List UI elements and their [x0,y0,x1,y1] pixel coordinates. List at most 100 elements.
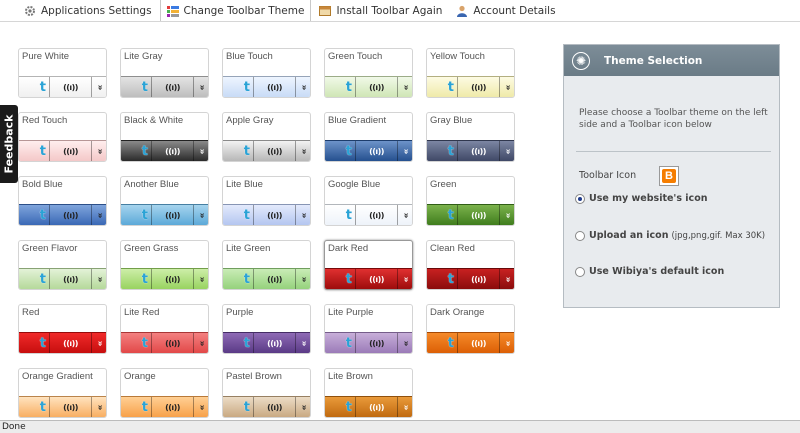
twitter-glyph: t [243,399,250,415]
theme-card[interactable]: Purple t ((ı)) » [222,304,311,354]
broadcast-icon: ((ı)) [253,205,295,225]
twitter-icon: t [223,333,253,353]
feedback-tab[interactable]: Feedback [0,105,18,183]
blogger-icon: B [662,169,676,183]
chevron-down-icon: » [91,333,106,353]
twitter-icon: t [223,77,253,97]
twitter-icon: t [121,397,151,417]
theme-card[interactable]: Pure White t ((ı)) » [18,48,107,98]
theme-name: Green Touch [328,51,383,62]
theme-name: Bold Blue [22,179,63,190]
broadcast-glyph: ((ı)) [267,338,282,348]
broadcast-glyph: ((ı)) [63,274,78,284]
broadcast-icon: ((ı)) [151,205,193,225]
theme-card[interactable]: Yellow Touch t ((ı)) » [426,48,515,98]
toolbar-preview: t ((ı)) » [19,396,106,417]
twitter-icon: t [427,333,457,353]
twitter-glyph: t [447,207,454,223]
radio-button[interactable] [575,193,585,204]
status-text: Done [2,422,26,432]
twitter-icon: t [325,397,355,417]
toolbar-preview: t ((ı)) » [325,332,412,353]
theme-selection-panel: ✺ Theme Selection Please choose a Toolba… [563,44,780,308]
twitter-glyph: t [345,271,352,287]
twitter-glyph: t [345,79,352,95]
broadcast-icon: ((ı)) [253,77,295,97]
broadcast-glyph: ((ı)) [369,274,384,284]
theme-card[interactable]: Lite Brown t ((ı)) » [324,368,413,418]
theme-card[interactable]: Blue Touch t ((ı)) » [222,48,311,98]
option-website-icon[interactable]: Use my website's icon [575,193,707,204]
tab-applications-settings[interactable]: Applications Settings [18,0,158,22]
tab-account-details[interactable]: Account Details [450,0,561,22]
theme-card[interactable]: Dark Orange t ((ı)) » [426,304,515,354]
theme-card[interactable]: Lite Red t ((ı)) » [120,304,209,354]
tab-bar: Applications Settings Change Toolbar The… [18,0,564,22]
chevron-glyph: » [400,340,411,346]
twitter-icon: t [19,269,49,289]
broadcast-glyph: ((ı)) [471,210,486,220]
radio-button[interactable] [575,266,585,277]
theme-card[interactable]: Blue Gradient t ((ı)) » [324,112,413,162]
theme-card[interactable]: Orange Gradient t ((ı)) » [18,368,107,418]
tab-label: Account Details [473,5,556,17]
chevron-down-icon: » [499,269,514,289]
panel-description: Please choose a Toolbar theme on the lef… [579,108,768,130]
chevron-down-icon: » [91,269,106,289]
theme-card[interactable]: Orange t ((ı)) » [120,368,209,418]
theme-card[interactable]: Red t ((ı)) » [18,304,107,354]
theme-card[interactable]: Another Blue t ((ı)) » [120,176,209,226]
chevron-glyph: » [502,212,513,218]
broadcast-glyph: ((ı)) [369,82,384,92]
toolbar-preview: t ((ı)) » [19,332,106,353]
theme-card[interactable]: Lite Blue t ((ı)) » [222,176,311,226]
option-label: Upload an icon [589,230,669,241]
theme-card[interactable]: Green Touch t ((ı)) » [324,48,413,98]
twitter-icon: t [427,269,457,289]
toolbar-preview: t ((ı)) » [19,140,106,161]
broadcast-icon: ((ı)) [49,205,91,225]
twitter-icon: t [223,397,253,417]
theme-card[interactable]: Green t ((ı)) » [426,176,515,226]
theme-card[interactable]: Pastel Brown t ((ı)) » [222,368,311,418]
broadcast-icon: ((ı)) [151,269,193,289]
theme-card[interactable]: Green Grass t ((ı)) » [120,240,209,290]
theme-name: Lite Brown [328,371,373,382]
theme-card[interactable]: Clean Red t ((ı)) » [426,240,515,290]
theme-card[interactable]: Apple Gray t ((ı)) » [222,112,311,162]
gear-icon [24,5,36,17]
twitter-glyph: t [141,207,148,223]
broadcast-glyph: ((ı)) [63,402,78,412]
theme-name: Lite Green [226,243,271,254]
panel-title: Theme Selection [604,54,703,67]
tab-change-toolbar-theme[interactable]: Change Toolbar Theme [159,0,312,22]
tab-install-toolbar-again[interactable]: Install Toolbar Again [313,0,448,22]
twitter-glyph: t [39,335,46,351]
theme-name: Yellow Touch [430,51,485,62]
twitter-icon: t [121,205,151,225]
theme-card[interactable]: Google Blue t ((ı)) » [324,176,413,226]
theme-card[interactable]: Lite Green t ((ı)) » [222,240,311,290]
broadcast-icon: ((ı)) [49,269,91,289]
theme-card[interactable]: Black & White t ((ı)) » [120,112,209,162]
radio-button[interactable] [575,230,585,241]
toolbar-preview: t ((ı)) » [427,76,514,97]
broadcast-icon: ((ı)) [355,269,397,289]
theme-card[interactable]: Bold Blue t ((ı)) » [18,176,107,226]
chevron-glyph: » [298,404,309,410]
twitter-glyph: t [447,143,454,159]
chevron-down-icon: » [295,77,310,97]
theme-card[interactable]: Lite Purple t ((ı)) » [324,304,413,354]
theme-card[interactable]: Red Touch t ((ı)) » [18,112,107,162]
theme-card[interactable]: Lite Gray t ((ı)) » [120,48,209,98]
twitter-icon: t [19,205,49,225]
option-default-icon[interactable]: Use Wibiya's default icon [575,266,724,277]
theme-card[interactable]: Gray Blue t ((ı)) » [426,112,515,162]
broadcast-glyph: ((ı)) [267,274,282,284]
theme-card[interactable]: Dark Red t ((ı)) » [324,240,413,290]
toolbar-icon-preview[interactable]: B [659,166,679,186]
option-upload-icon[interactable]: Upload an icon (jpg,png,gif. Max 30K) [575,230,765,241]
theme-name: Red [22,307,40,318]
theme-card[interactable]: Green Flavor t ((ı)) » [18,240,107,290]
chevron-down-icon: » [193,205,208,225]
